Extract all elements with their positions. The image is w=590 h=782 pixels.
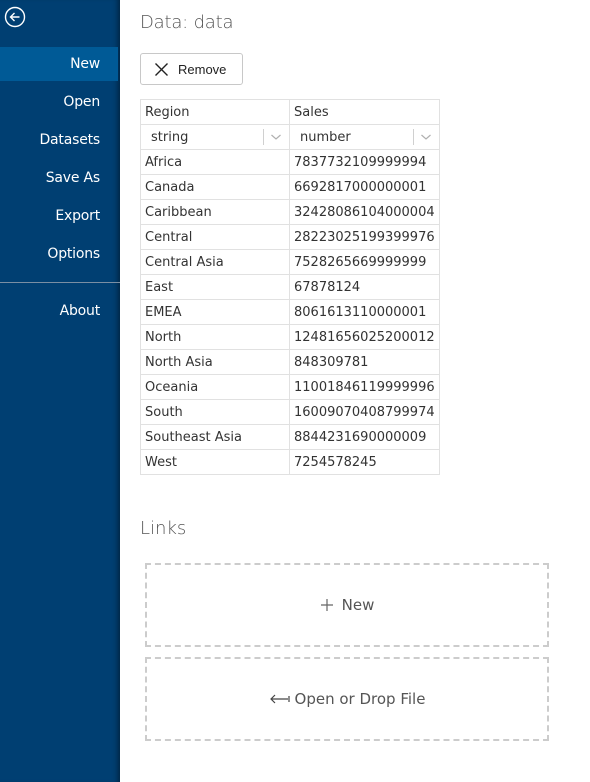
- region-type-value: string: [151, 129, 189, 145]
- table-type-row: string number: [140, 124, 440, 150]
- table-row: East 67878124: [140, 274, 440, 300]
- import-arrow-icon: [269, 694, 290, 704]
- table-row: Caribbean 32428086104000004: [140, 199, 440, 225]
- table-row: Africa 7837732109999994: [140, 149, 440, 175]
- sales-cell[interactable]: 6692817000000001: [289, 174, 440, 200]
- region-cell[interactable]: South: [140, 399, 290, 425]
- table-row: Central 28223025199399976: [140, 224, 440, 250]
- open-drop-file-zone[interactable]: Open or Drop File: [145, 657, 549, 741]
- region-type-select[interactable]: string: [140, 124, 290, 150]
- table-header-row: Region Sales: [140, 99, 440, 125]
- sidebar-item-open[interactable]: Open: [0, 85, 118, 119]
- table-row: Canada 6692817000000001: [140, 174, 440, 200]
- table-row: EMEA 8061613110000001: [140, 299, 440, 325]
- sidebar-divider: [0, 282, 120, 283]
- page-title: Data: data: [140, 12, 234, 33]
- region-cell[interactable]: North: [140, 324, 290, 350]
- remove-button[interactable]: Remove: [140, 53, 243, 85]
- data-table: Region Sales string number Africa 783773…: [140, 99, 440, 475]
- sidebar-item-datasets[interactable]: Datasets: [0, 123, 118, 157]
- region-cell[interactable]: Canada: [140, 174, 290, 200]
- plus-icon: [320, 599, 333, 611]
- region-cell[interactable]: North Asia: [140, 349, 290, 375]
- sales-type-select[interactable]: number: [289, 124, 440, 150]
- sales-cell[interactable]: 16009070408799974: [289, 399, 440, 425]
- links-section-title: Links: [140, 518, 187, 539]
- column-header-sales: Sales: [289, 99, 440, 125]
- sales-cell[interactable]: 7837732109999994: [289, 149, 440, 175]
- table-row: North Asia 848309781: [140, 349, 440, 375]
- new-link-button[interactable]: New: [145, 563, 549, 647]
- region-cell[interactable]: East: [140, 274, 290, 300]
- region-cell[interactable]: EMEA: [140, 299, 290, 325]
- region-cell[interactable]: Africa: [140, 149, 290, 175]
- sales-cell[interactable]: 848309781: [289, 349, 440, 375]
- select-divider: [263, 129, 264, 145]
- sales-cell[interactable]: 32428086104000004: [289, 199, 440, 225]
- region-cell[interactable]: Oceania: [140, 374, 290, 400]
- sales-cell[interactable]: 8061613110000001: [289, 299, 440, 325]
- sidebar: New Open Datasets Save As Export Options…: [0, 0, 120, 782]
- sidebar-item-save-as[interactable]: Save As: [0, 161, 118, 195]
- sidebar-item-options[interactable]: Options: [0, 237, 118, 271]
- region-cell[interactable]: Southeast Asia: [140, 424, 290, 450]
- sales-cell[interactable]: 67878124: [289, 274, 440, 300]
- arrow-left-circle-icon: [4, 6, 26, 28]
- sales-cell[interactable]: 7254578245: [289, 449, 440, 475]
- region-cell[interactable]: Caribbean: [140, 199, 290, 225]
- chevron-down-icon[interactable]: [270, 131, 282, 143]
- table-row: Southeast Asia 8844231690000009: [140, 424, 440, 450]
- table-row: South 16009070408799974: [140, 399, 440, 425]
- sales-cell[interactable]: 11001846119999996: [289, 374, 440, 400]
- sales-cell[interactable]: 7528265669999999: [289, 249, 440, 275]
- sales-cell[interactable]: 28223025199399976: [289, 224, 440, 250]
- select-divider: [413, 129, 414, 145]
- open-drop-file-label: Open or Drop File: [294, 690, 426, 708]
- table-row: North 12481656025200012: [140, 324, 440, 350]
- region-cell[interactable]: Central: [140, 224, 290, 250]
- chevron-down-icon[interactable]: [420, 131, 432, 143]
- sidebar-item-about[interactable]: About: [0, 294, 118, 328]
- table-row: West 7254578245: [140, 449, 440, 475]
- sales-cell[interactable]: 12481656025200012: [289, 324, 440, 350]
- region-cell[interactable]: Central Asia: [140, 249, 290, 275]
- remove-button-label: Remove: [178, 61, 227, 77]
- table-row: Oceania 11001846119999996: [140, 374, 440, 400]
- column-header-region: Region: [140, 99, 290, 125]
- sidebar-item-export[interactable]: Export: [0, 199, 118, 233]
- sales-type-value: number: [300, 129, 351, 145]
- table-row: Central Asia 7528265669999999: [140, 249, 440, 275]
- region-cell[interactable]: West: [140, 449, 290, 475]
- sidebar-item-new[interactable]: New: [0, 47, 118, 81]
- app-window: New Open Datasets Save As Export Options…: [0, 0, 590, 782]
- back-button[interactable]: [4, 6, 26, 28]
- new-link-label: New: [341, 596, 375, 614]
- close-icon: [155, 62, 168, 76]
- sales-cell[interactable]: 8844231690000009: [289, 424, 440, 450]
